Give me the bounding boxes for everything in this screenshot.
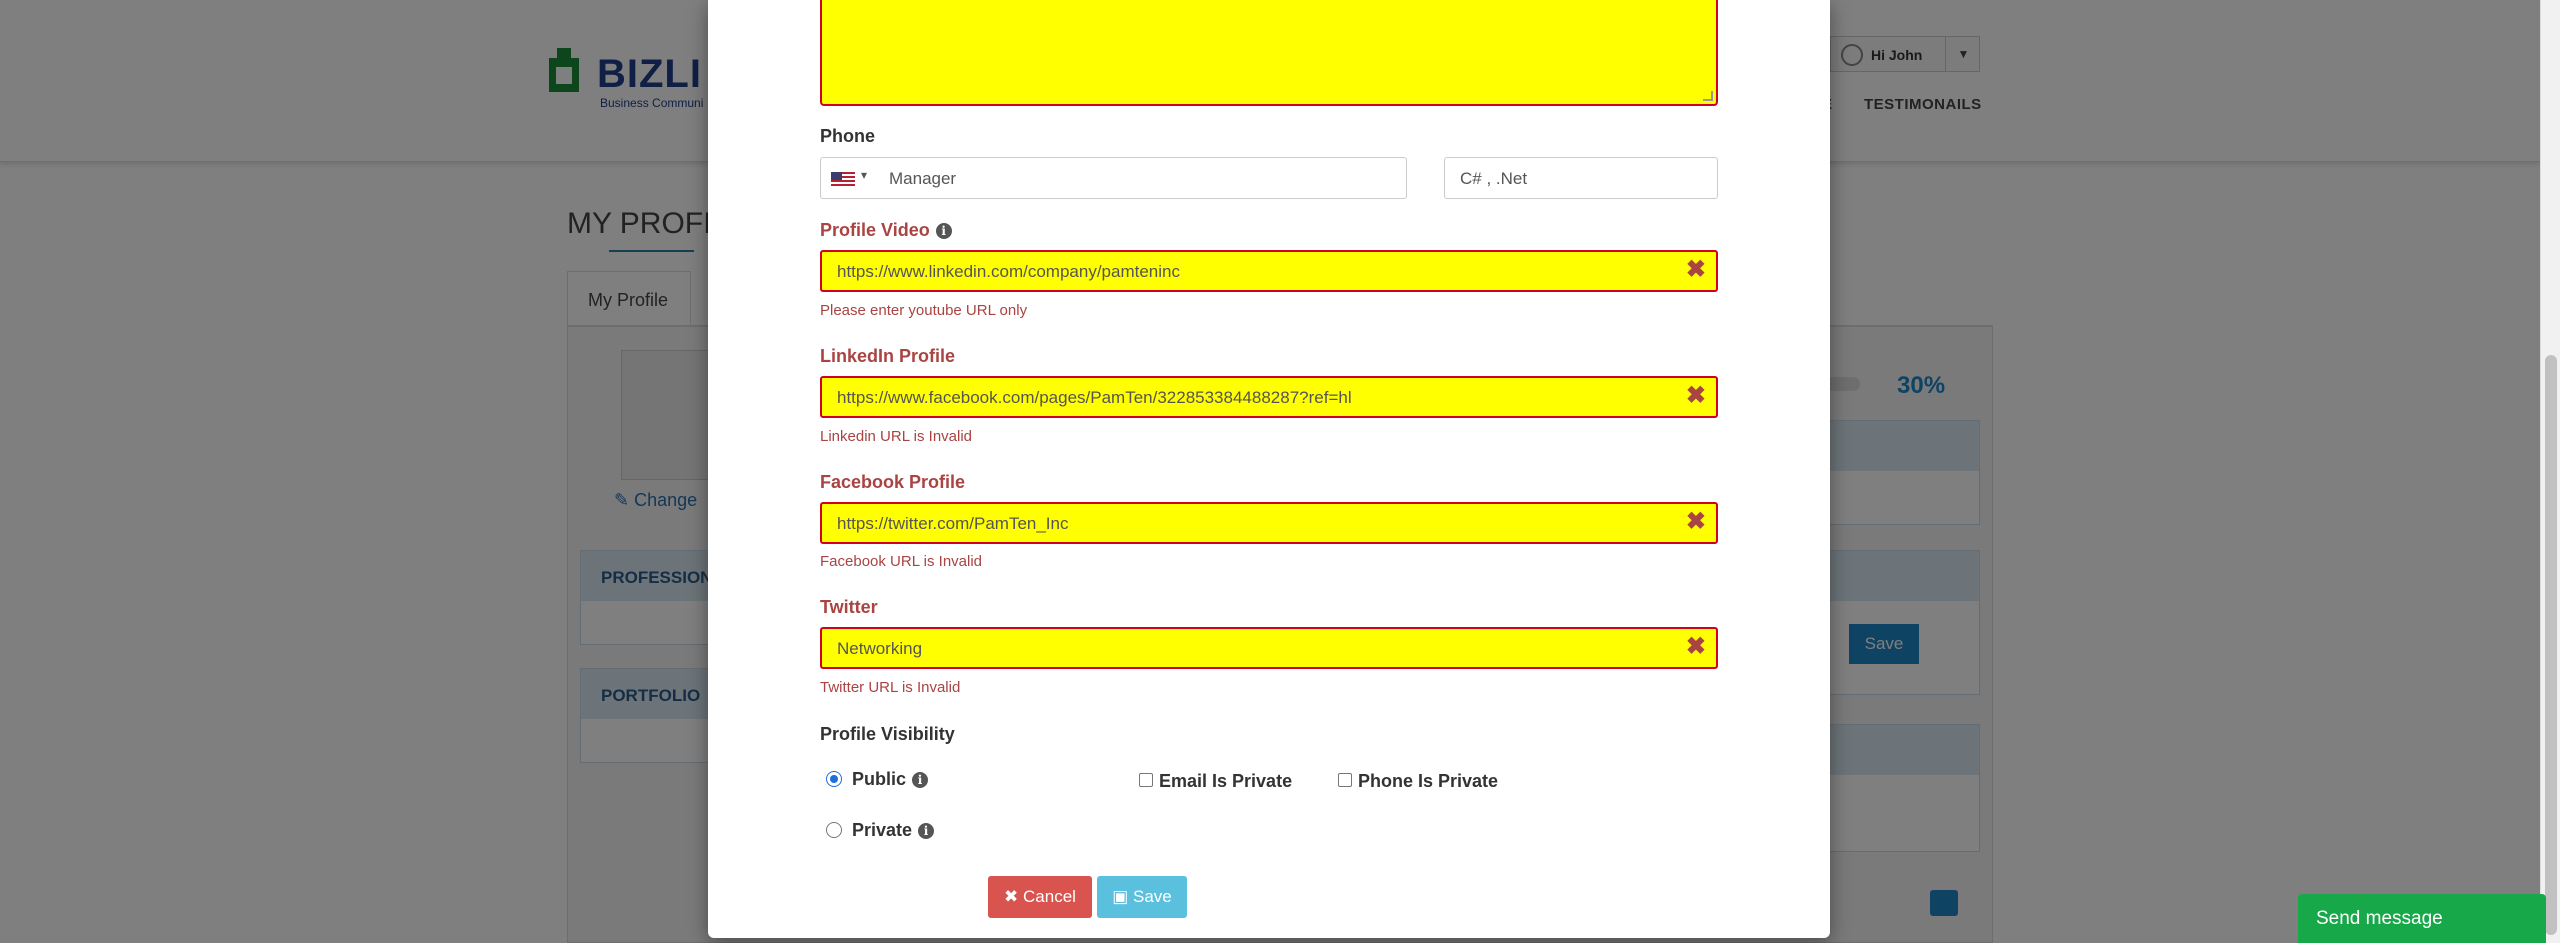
close-icon: ✖ <box>1004 887 1019 906</box>
phone-input[interactable]: ▾ Manager <box>820 157 1407 199</box>
scrollbar-thumb[interactable] <box>2545 355 2557 935</box>
skills-value: C# , .Net <box>1460 169 1528 188</box>
twitter-value: Networking <box>837 639 923 658</box>
info-icon[interactable]: i <box>918 823 935 839</box>
phone-value: Manager <box>889 169 957 188</box>
facebook-input[interactable]: https://twitter.com/PamTen_Inc ✖ <box>820 502 1718 544</box>
visibility-label: Profile Visibility <box>820 724 955 744</box>
facebook-value: https://twitter.com/PamTen_Inc <box>837 514 1069 533</box>
linkedin-error: Linkedin URL is Invalid <box>820 428 973 445</box>
send-message-chat-button[interactable]: Send message <box>2298 894 2546 943</box>
linkedin-input[interactable]: https://www.facebook.com/pages/PamTen/32… <box>820 376 1718 418</box>
skills-input[interactable]: C# , .Net <box>1444 157 1718 199</box>
profile-video-input[interactable]: https://www.linkedin.com/company/pamteni… <box>820 250 1718 292</box>
clear-icon[interactable]: ✖ <box>1686 384 1706 408</box>
clear-icon[interactable]: ✖ <box>1686 510 1706 534</box>
twitter-input[interactable]: Networking ✖ <box>820 627 1718 669</box>
us-flag-icon[interactable] <box>831 172 855 187</box>
twitter-error: Twitter URL is Invalid <box>820 679 961 696</box>
email-private-label: Email Is Private <box>1159 771 1293 791</box>
profile-video-value: https://www.linkedin.com/company/pamteni… <box>837 262 1180 281</box>
resize-grip-icon[interactable] <box>1703 91 1713 101</box>
cancel-button[interactable]: ✖ Cancel <box>988 876 1092 918</box>
summary-textarea[interactable] <box>820 0 1718 106</box>
facebook-error: Facebook URL is Invalid <box>820 553 983 570</box>
page-scrollbar[interactable] <box>2540 0 2560 943</box>
info-icon[interactable]: i <box>912 772 929 788</box>
private-label: Private i <box>852 820 935 841</box>
private-radio[interactable] <box>826 822 842 838</box>
edit-profile-modal: Phone ▾ Manager C# , .Net Profile Video i… <box>708 0 1830 938</box>
facebook-label: Facebook Profile <box>820 472 966 492</box>
save-button[interactable]: ▣ Save <box>1097 876 1187 918</box>
profile-video-error: Please enter youtube URL only <box>820 302 1028 319</box>
info-icon[interactable]: i <box>935 223 952 239</box>
profile-video-label: Profile Video i <box>820 220 952 241</box>
phone-private-label: Phone Is Private <box>1358 771 1499 791</box>
clear-icon[interactable]: ✖ <box>1686 258 1706 282</box>
linkedin-value: https://www.facebook.com/pages/PamTen/32… <box>837 388 1352 407</box>
email-private-checkbox[interactable] <box>1139 773 1153 787</box>
public-label: Public i <box>852 769 929 790</box>
floppy-disk-icon: ▣ <box>1112 887 1129 906</box>
twitter-label: Twitter <box>820 597 878 617</box>
clear-icon[interactable]: ✖ <box>1686 635 1706 659</box>
caret-down-icon[interactable]: ▾ <box>861 168 867 182</box>
public-radio[interactable] <box>826 771 842 787</box>
linkedin-label: LinkedIn Profile <box>820 346 956 366</box>
phone-private-checkbox[interactable] <box>1338 773 1352 787</box>
phone-label: Phone <box>820 126 876 146</box>
